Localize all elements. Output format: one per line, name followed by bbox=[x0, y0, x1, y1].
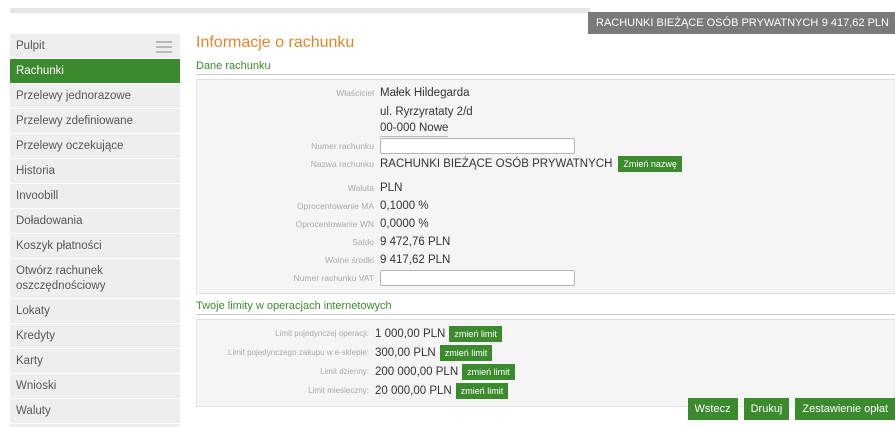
limit-label: Limit dzienny: bbox=[320, 367, 369, 376]
owner-row: Właściciel Małek Hildegarda bbox=[197, 84, 894, 102]
limits-panel: Limit pojedynczej operacji: 1 000,00 PLN… bbox=[196, 319, 895, 407]
interest-ma-value: 0,1000 % bbox=[380, 200, 429, 212]
sidebar-item-doladowania[interactable]: Doładowania bbox=[10, 209, 180, 234]
limit-label: Limit pojedynczego zakupu w e-sklepie: bbox=[228, 348, 369, 357]
sidebar-item-lokaty[interactable]: Lokaty bbox=[10, 299, 180, 324]
owner-label: Właściciel bbox=[336, 88, 374, 98]
vat-label: Numer rachunku VAT bbox=[293, 273, 374, 283]
change-limit-button[interactable]: zmień limit bbox=[462, 363, 515, 380]
balance-value: 9 472,76 PLN bbox=[380, 236, 451, 248]
change-limit-button[interactable]: zmień limit bbox=[455, 382, 509, 399]
sidebar-item-otworz-rachunek[interactable]: Otwórz rachunek oszczędnościowy bbox=[10, 259, 180, 299]
vat-account-field[interactable] bbox=[380, 270, 575, 286]
interest-wn-label: Oprocentowanie WN bbox=[295, 219, 374, 229]
sidebar-item-label: Przelewy zdefiniowane bbox=[16, 115, 133, 127]
sidebar-item-label: Koszyk płatności bbox=[16, 240, 102, 252]
account-summary: RACHUNKI BIEŻĄCE OSÓB PRYWATNYCH 9 417,6… bbox=[588, 12, 895, 34]
account-number-field[interactable] bbox=[380, 138, 575, 154]
sidebar-menu: Pulpit Rachunki Przelewy jednorazowe Prz… bbox=[10, 34, 180, 427]
account-number-row: Numer rachunku bbox=[197, 137, 894, 155]
account-name-label: Nazwa rachunku bbox=[310, 159, 374, 169]
change-limit-button[interactable]: zmień limit bbox=[439, 344, 493, 361]
owner-value: Małek Hildegarda bbox=[380, 87, 470, 99]
sidebar-item-kredyty[interactable]: Kredyty bbox=[10, 324, 180, 349]
available-value: 9 417,62 PLN bbox=[380, 254, 451, 266]
sidebar-item-invoobill[interactable]: Invoobill bbox=[10, 184, 180, 209]
change-limit-button[interactable]: zmień limit bbox=[449, 325, 502, 342]
limit-value: 20 000,00 PLN bbox=[375, 384, 452, 397]
address-line1: ul. Ryrzyratаty 2/d bbox=[380, 106, 473, 118]
address-line2: 00-000 Nowe bbox=[380, 120, 449, 137]
footer-actions: Wstecz Drukuj Zestawienie opłat bbox=[682, 398, 895, 420]
sidebar-item-przelewy-zdefiniowane[interactable]: Przelewy zdefiniowane bbox=[10, 109, 180, 134]
sidebar-item-label: Rachunki bbox=[16, 65, 64, 77]
sidebar-item-label: Lokaty bbox=[16, 305, 50, 317]
page-title: Informacje o rachunku bbox=[196, 34, 355, 51]
print-button[interactable]: Drukuj bbox=[743, 398, 790, 420]
sidebar-item-pulpit[interactable]: Pulpit bbox=[10, 34, 180, 59]
account-details-panel: Właściciel Małek Hildegarda ul. Ryrzyrat… bbox=[196, 79, 895, 294]
sidebar-item-label: Wnioski bbox=[16, 380, 57, 392]
balance-row: Saldo 9 472,76 PLN bbox=[197, 233, 894, 251]
sidebar-item-label: Pulpit bbox=[16, 40, 45, 52]
sidebar-item-karty[interactable]: Karty bbox=[10, 349, 180, 374]
sidebar-item-label: Przelewy jednorazowe bbox=[16, 90, 132, 102]
account-name-row: Nazwa rachunku RACHUNKI BIEŻĄCE OSÓB PRY… bbox=[197, 155, 894, 173]
sidebar-item-historia[interactable]: Historia bbox=[10, 159, 180, 184]
sidebar-item-label: Doładowania bbox=[16, 215, 83, 227]
hamburger-icon[interactable] bbox=[156, 41, 172, 53]
limit-row: Limit dzienny: 200 000,00 PLN zmień limi… bbox=[197, 362, 894, 381]
sidebar-item-label: Przelewy oczekujące bbox=[16, 140, 124, 152]
limit-label: Limit pojedynczej operacji: bbox=[275, 329, 369, 338]
interest-wn-value: 0,0000 % bbox=[380, 218, 429, 230]
sidebar-item-label: Historia bbox=[16, 165, 55, 177]
back-button[interactable]: Wstecz bbox=[687, 398, 738, 420]
available-label: Wolne środki bbox=[325, 255, 374, 265]
sidebar-item-przelewy-oczekujace[interactable]: Przelewy oczekujące bbox=[10, 134, 180, 159]
interest-ma-label: Oprocentowanie MA bbox=[296, 201, 374, 211]
sidebar-item-label: Waluty bbox=[16, 405, 51, 417]
limit-value: 200 000,00 PLN bbox=[375, 365, 459, 378]
change-name-button[interactable]: Zmień nazwę bbox=[618, 156, 682, 172]
sidebar-item-wnioski[interactable]: Wnioski bbox=[10, 374, 180, 399]
limit-value: 1 000,00 PLN bbox=[375, 327, 446, 340]
currency-value: PLN bbox=[380, 182, 403, 194]
sidebar-item-waluty[interactable]: Waluty bbox=[10, 399, 180, 424]
sidebar-item-koszyk[interactable]: Koszyk płatności bbox=[10, 234, 180, 259]
sidebar-item-label: Otwórz rachunek oszczędnościowy bbox=[16, 264, 106, 292]
interest-wn-row: Oprocentowanie WN 0,0000 % bbox=[197, 215, 894, 233]
main-content: Informacje o rachunku Dane rachunku Właś… bbox=[196, 34, 895, 407]
currency-label: Waluta bbox=[347, 183, 374, 193]
top-strip bbox=[10, 8, 590, 13]
account-section-title: Dane rachunku bbox=[196, 60, 895, 75]
limits-section: Twoje limity w operacjach internetowych … bbox=[196, 300, 895, 407]
sidebar-item-label: Invoobill bbox=[16, 190, 59, 202]
account-name-value: RACHUNKI BIEŻĄCE OSÓB PRYWATNYCH bbox=[380, 158, 613, 170]
currency-row: Waluta PLN bbox=[197, 179, 894, 197]
available-row: Wolne środki 9 417,62 PLN bbox=[197, 251, 894, 269]
address-value: ul. Ryrzyratаty 2/d 00-000 Nowe bbox=[380, 102, 473, 137]
limit-row: Limit pojedynczej operacji: 1 000,00 PLN… bbox=[197, 324, 894, 343]
vat-row: Numer rachunku VAT bbox=[197, 269, 894, 287]
header-account-amount: 9 417,62 PLN bbox=[821, 17, 889, 29]
interest-ma-row: Oprocentowanie MA 0,1000 % bbox=[197, 197, 894, 215]
limit-value: 300,00 PLN bbox=[375, 346, 436, 359]
limit-label: Limit miesięczny: bbox=[308, 386, 369, 395]
sidebar-item-label: Karty bbox=[16, 355, 43, 367]
sidebar-item-rachunki[interactable]: Rachunki bbox=[10, 59, 180, 84]
account-number-label: Numer rachunku bbox=[311, 141, 374, 151]
fees-summary-button[interactable]: Zestawienie opłat bbox=[795, 398, 895, 420]
limits-section-title: Twoje limity w operacjach internetowych bbox=[196, 300, 895, 315]
balance-label: Saldo bbox=[352, 237, 374, 247]
address-row: ul. Ryrzyratаty 2/d 00-000 Nowe bbox=[197, 102, 894, 137]
sidebar-item-label: Kredyty bbox=[16, 330, 55, 342]
header-account-name: RACHUNKI BIEŻĄCE OSÓB PRYWATNYCH bbox=[596, 17, 819, 29]
limit-row: Limit pojedynczego zakupu w e-sklepie: 3… bbox=[197, 343, 894, 362]
sidebar-item-przelewy-jednorazowe[interactable]: Przelewy jednorazowe bbox=[10, 84, 180, 109]
